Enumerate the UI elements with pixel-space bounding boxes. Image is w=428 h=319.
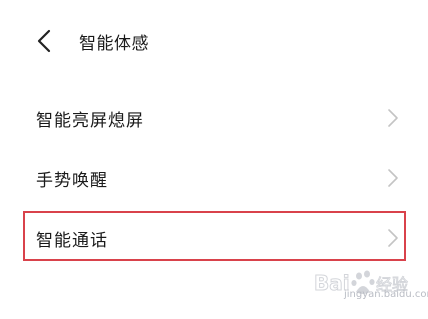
menu-item-gesture-wake[interactable]: 手势唤醒 [0, 148, 428, 208]
menu-item-smart-screen[interactable]: 智能亮屏熄屏 [0, 88, 428, 148]
menu-item-label: 智能亮屏熄屏 [36, 111, 144, 131]
chevron-right-icon [388, 109, 398, 127]
watermark-url: jingyan.baidu.com [344, 289, 428, 300]
menu-item-label: 手势唤醒 [36, 171, 108, 191]
settings-menu: 智能亮屏熄屏 手势唤醒 智能通话 [0, 88, 428, 268]
menu-item-label: 智能通话 [36, 231, 108, 251]
page-title: 智能体感 [79, 34, 149, 54]
chevron-left-icon [37, 29, 51, 53]
chevron-right-icon [388, 229, 398, 247]
back-button[interactable] [32, 27, 56, 55]
settings-screen: 智能体感 智能亮屏熄屏 手势唤醒 智能通话 Bai 经验 jingyan.bai… [0, 0, 428, 319]
menu-item-smart-call[interactable]: 智能通话 [0, 208, 428, 268]
top-bar: 智能体感 [0, 20, 428, 60]
chevron-right-icon [388, 169, 398, 187]
